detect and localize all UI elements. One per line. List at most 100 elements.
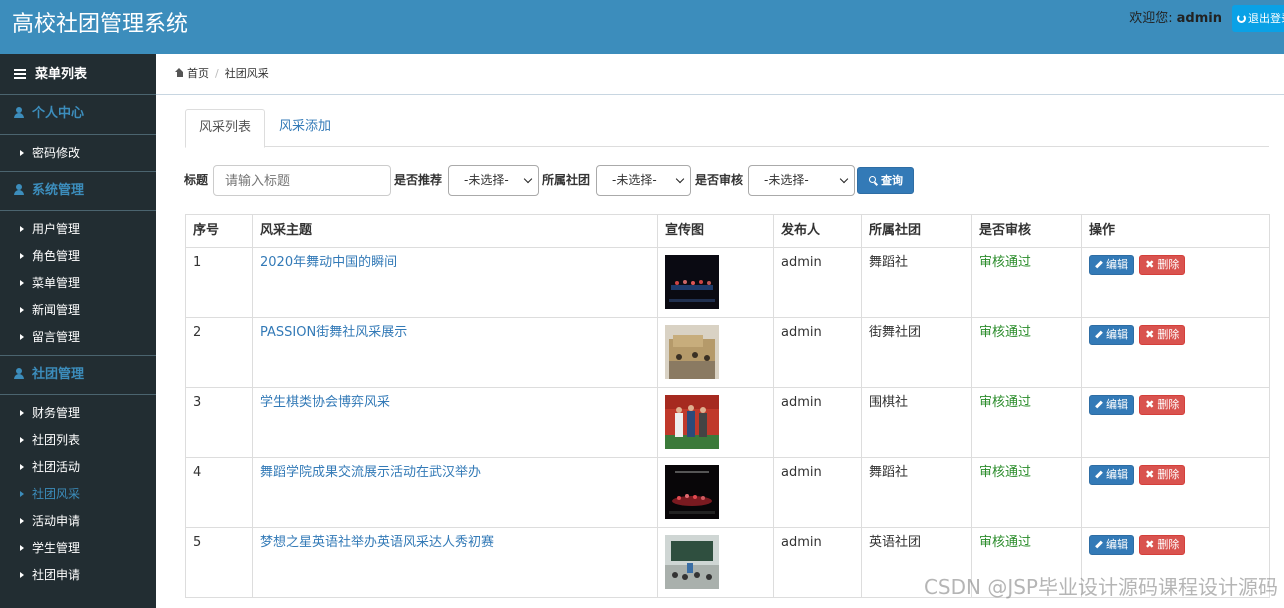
close-icon: ✖ <box>1145 328 1155 341</box>
logout-button[interactable]: 退出登录 <box>1232 5 1284 32</box>
delete-button[interactable]: ✖ 删除 <box>1139 255 1186 275</box>
edit-button[interactable]: 编辑 <box>1089 325 1134 345</box>
sidebar-item-roles[interactable]: 角色管理 <box>0 243 156 270</box>
edit-button[interactable]: 编辑 <box>1089 255 1134 275</box>
chess-association-thumbnail <box>665 395 719 449</box>
sidebar-item-club-activities[interactable]: 社团活动 <box>0 454 156 481</box>
publisher: admin <box>773 527 862 598</box>
sidebar-item-menus[interactable]: 菜单管理 <box>0 270 156 297</box>
chevron-down-icon <box>675 174 685 184</box>
edit-button[interactable]: 编辑 <box>1089 535 1134 555</box>
filter-bar: 标题 是否推荐 -未选择- 所属社团 -未选择- 是否审核 -未选择- 查询 <box>184 165 1274 196</box>
sidebar-item-club-list[interactable]: 社团列表 <box>0 427 156 454</box>
username: admin <box>1176 11 1222 26</box>
sidebar-item-messages[interactable]: 留言管理 <box>0 324 156 351</box>
table-row: 3 学生棋类协会博弈风采 admin 围棋社 审核通过 编辑 ✖ 删除 <box>185 387 1270 458</box>
sidebar-item-activity-apply[interactable]: 活动申请 <box>0 508 156 535</box>
watermark: CSDN @JSP毕业设计源码课程设计源码 <box>923 575 1278 599</box>
close-icon: ✖ <box>1145 468 1155 481</box>
list-icon <box>14 69 26 79</box>
pencil-icon <box>1095 400 1103 409</box>
column-header: 宣传图 <box>657 214 774 248</box>
showcase-title-link[interactable]: 舞蹈学院成果交流展示活动在武汉举办 <box>252 457 658 528</box>
caret-right-icon <box>20 150 24 156</box>
sidebar-item-finance[interactable]: 财务管理 <box>0 400 156 427</box>
sidebar-section-system[interactable]: 系统管理 <box>0 171 156 211</box>
user-icon <box>14 107 24 118</box>
audit-filter-label: 是否审核 <box>695 173 744 187</box>
delete-button[interactable]: ✖ 删除 <box>1139 535 1186 555</box>
sidebar-item-password[interactable]: 密码修改 <box>0 140 156 167</box>
column-header: 操作 <box>1081 214 1270 248</box>
club-name: 舞蹈社 <box>861 457 972 528</box>
close-icon: ✖ <box>1145 398 1155 411</box>
query-button[interactable]: 查询 <box>857 167 914 194</box>
delete-button[interactable]: ✖ 删除 <box>1139 395 1186 415</box>
english-contest-thumbnail <box>665 535 719 589</box>
club-name: 围棋社 <box>861 387 972 458</box>
caret-right-icon <box>20 518 24 524</box>
sidebar-group-club: 财务管理 社团列表 社团活动 社团风采 活动申请 学生管理 社团申请 <box>0 395 156 593</box>
home-icon <box>175 68 184 77</box>
sidebar-item-students[interactable]: 学生管理 <box>0 535 156 562</box>
audit-status: 审核通过 <box>971 317 1082 388</box>
sidebar-item-club-showcase[interactable]: 社团风采 <box>0 481 156 508</box>
caret-right-icon <box>20 491 24 497</box>
caret-right-icon <box>20 437 24 443</box>
sidebar-menu-title: 菜单列表 <box>0 54 156 95</box>
club-filter-label: 所属社团 <box>542 173 591 187</box>
breadcrumb-home[interactable]: 首页 <box>187 67 209 80</box>
close-icon: ✖ <box>1145 258 1155 271</box>
chevron-down-icon <box>523 174 533 184</box>
row-number: 5 <box>185 527 253 598</box>
sidebar-section-personal[interactable]: 个人中心 <box>0 95 156 135</box>
delete-button[interactable]: ✖ 删除 <box>1139 465 1186 485</box>
row-number: 3 <box>185 387 253 458</box>
caret-right-icon <box>20 280 24 286</box>
column-header: 所属社团 <box>861 214 972 248</box>
tab-showcase-add[interactable]: 风采添加 <box>266 109 344 147</box>
search-icon <box>869 176 878 185</box>
showcase-title-link[interactable]: 梦想之星英语社举办英语风采达人秀初赛 <box>252 527 658 598</box>
showcase-title-link[interactable]: 学生棋类协会博弈风采 <box>252 387 658 458</box>
welcome-label: 欢迎您: <box>1129 11 1173 26</box>
recommend-filter-label: 是否推荐 <box>394 173 443 187</box>
dance-stage-thumbnail <box>665 255 719 309</box>
welcome-text: 欢迎您: admin <box>1129 10 1222 28</box>
row-number: 1 <box>185 247 253 318</box>
sidebar-section-club[interactable]: 社团管理 <box>0 355 156 395</box>
delete-button[interactable]: ✖ 删除 <box>1139 325 1186 345</box>
audit-status: 审核通过 <box>971 457 1082 528</box>
club-select[interactable]: -未选择- <box>596 165 691 196</box>
publisher: admin <box>773 317 862 388</box>
caret-right-icon <box>20 307 24 313</box>
close-icon: ✖ <box>1145 538 1155 551</box>
row-number: 4 <box>185 457 253 528</box>
tab-bar: 风采列表 风采添加 <box>185 109 1269 148</box>
top-header: 高校社团管理系统 欢迎您:admin 退出登录 <box>0 0 1284 54</box>
sidebar-group-system: 用户管理 角色管理 菜单管理 新闻管理 留言管理 <box>0 211 156 355</box>
showcase-title-link[interactable]: 2020年舞动中国的瞬间 <box>252 247 658 318</box>
caret-right-icon <box>20 464 24 470</box>
app-title: 高校社团管理系统 <box>12 12 189 37</box>
recommend-select[interactable]: -未选择- <box>448 165 539 196</box>
club-name: 舞蹈社 <box>861 247 972 318</box>
sidebar-item-news[interactable]: 新闻管理 <box>0 297 156 324</box>
edit-button[interactable]: 编辑 <box>1089 395 1134 415</box>
title-search-input[interactable] <box>213 165 391 196</box>
audit-select[interactable]: -未选择- <box>748 165 855 196</box>
audit-status: 审核通过 <box>971 247 1082 318</box>
edit-button[interactable]: 编辑 <box>1089 465 1134 485</box>
showcase-title-link[interactable]: PASSION街舞社风采展示 <box>252 317 658 388</box>
column-header: 发布人 <box>773 214 862 248</box>
caret-right-icon <box>20 572 24 578</box>
user-icon <box>14 184 24 195</box>
sidebar-item-users[interactable]: 用户管理 <box>0 216 156 243</box>
tab-showcase-list[interactable]: 风采列表 <box>185 109 266 148</box>
caret-right-icon <box>20 334 24 340</box>
column-header: 风采主题 <box>252 214 658 248</box>
breadcrumb-current: 社团风采 <box>224 67 269 80</box>
power-icon <box>1237 14 1246 23</box>
sidebar-item-club-apply[interactable]: 社团申请 <box>0 562 156 589</box>
club-name: 街舞社团 <box>861 317 972 388</box>
